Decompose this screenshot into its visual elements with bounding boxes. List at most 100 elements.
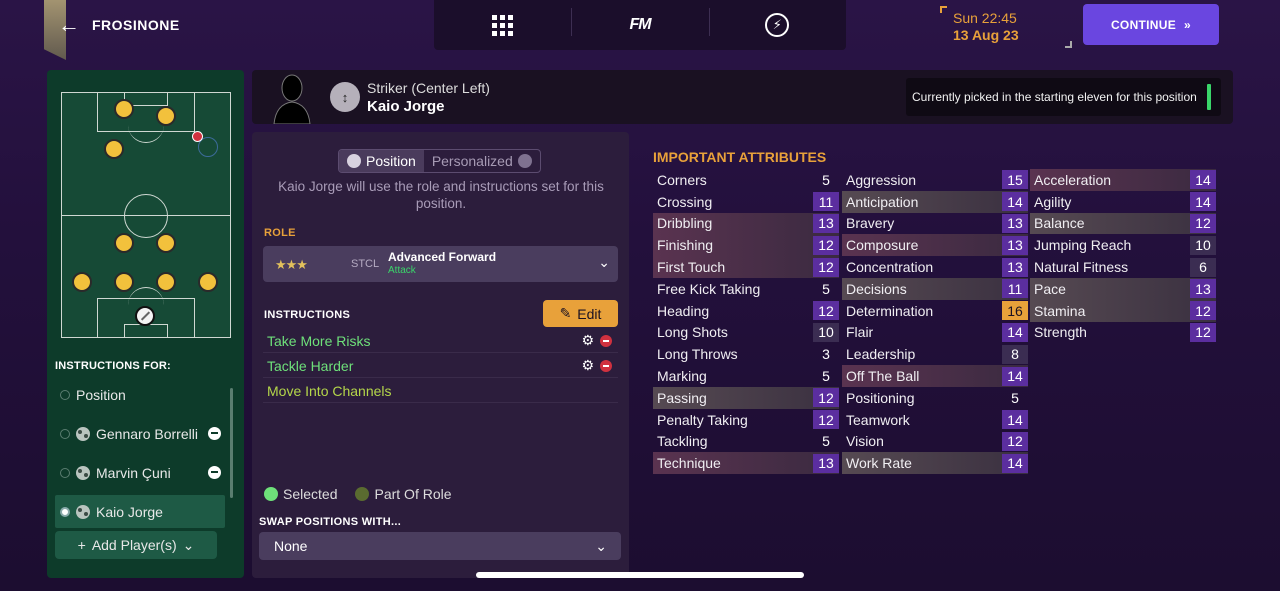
attribute-name: Concentration xyxy=(846,259,934,276)
attribute-row[interactable]: Corners 5 xyxy=(653,169,839,191)
player-marker-st-right[interactable] xyxy=(156,106,176,126)
add-players-button[interactable]: + Add Player(s) ⌄ xyxy=(55,531,217,559)
attribute-name: Teamwork xyxy=(846,411,910,428)
list-item-position[interactable]: Position xyxy=(55,378,225,411)
attribute-row[interactable]: Technique 13 xyxy=(653,452,839,475)
list-item-player[interactable]: Marvin Çuni xyxy=(55,456,225,489)
role-position-code: STCL xyxy=(351,258,380,270)
game-date[interactable]: Sun 22:45 13 Aug 23 xyxy=(940,6,1072,48)
attribute-name: Composure xyxy=(846,237,919,254)
list-scrollbar[interactable] xyxy=(230,388,233,498)
attribute-row[interactable]: Flair 14 xyxy=(842,322,1028,344)
attribute-name: Strength xyxy=(1034,324,1087,341)
attribute-name: Pace xyxy=(1034,280,1066,297)
gear-icon[interactable]: ⚙ xyxy=(581,332,594,349)
attribute-row[interactable]: Passing 12 xyxy=(653,386,839,409)
tactics-pitch[interactable] xyxy=(61,92,231,338)
attribute-row[interactable]: Teamwork 14 xyxy=(842,409,1028,431)
attribute-value: 10 xyxy=(1190,235,1216,255)
attribute-row[interactable]: Balance 12 xyxy=(1030,212,1216,235)
swap-positions-dropdown[interactable]: None ⌄ xyxy=(259,532,621,560)
attribute-name: Long Shots xyxy=(657,324,728,341)
attribute-row[interactable]: Free Kick Taking 5 xyxy=(653,278,839,300)
attribute-row[interactable]: Strength 12 xyxy=(1030,322,1216,344)
instruction-row[interactable]: Take More Risks ⚙ xyxy=(263,329,618,353)
role-instructions-panel: Position Personalized Kaio Jorge will us… xyxy=(252,132,629,578)
attribute-row[interactable]: Penalty Taking 12 xyxy=(653,409,839,431)
player-marker-cm-left[interactable] xyxy=(114,233,134,253)
attribute-row[interactable]: Jumping Reach 10 xyxy=(1030,234,1216,256)
gear-icon[interactable]: ⚙ xyxy=(581,357,594,374)
edit-instructions-button[interactable]: ✎ Edit xyxy=(543,300,618,327)
toggle-position[interactable]: Position xyxy=(339,150,424,172)
position-icon xyxy=(347,154,361,168)
attribute-row[interactable]: Positioning 5 xyxy=(842,387,1028,409)
list-item-label: Marvin Çuni xyxy=(96,464,171,481)
attribute-row[interactable]: Finishing 12 xyxy=(653,234,839,257)
attribute-row[interactable]: Stamina 12 xyxy=(1030,299,1216,322)
player-marker-cb-right[interactable] xyxy=(156,272,176,292)
remove-icon[interactable] xyxy=(208,466,221,479)
attribute-row[interactable]: Long Shots 10 xyxy=(653,322,839,344)
attribute-value: 12 xyxy=(813,388,839,408)
player-silhouette-icon xyxy=(273,74,311,124)
attribute-row[interactable]: Determination 16 xyxy=(842,300,1028,322)
list-item-player[interactable]: Gennaro Borrelli xyxy=(55,417,225,450)
attribute-row[interactable]: Off The Ball 14 xyxy=(842,365,1028,387)
grid-icon xyxy=(492,14,514,36)
attribute-row[interactable]: Anticipation 14 xyxy=(842,190,1028,213)
player-marker-cb-left[interactable] xyxy=(114,272,134,292)
attribute-row[interactable]: Crossing 11 xyxy=(653,191,839,213)
role-dropdown[interactable]: ★★★ STCL Advanced Forward Attack ⌄ xyxy=(263,246,618,282)
attribute-value: 5 xyxy=(822,433,830,450)
attribute-row[interactable]: Natural Fitness 6 xyxy=(1030,256,1216,278)
menu-grid-button[interactable] xyxy=(434,0,571,50)
player-marker-am-left[interactable] xyxy=(104,139,124,159)
attribute-row[interactable]: Acceleration 14 xyxy=(1030,169,1216,191)
attribute-name: Off The Ball xyxy=(846,368,920,385)
remove-slot-icon[interactable] xyxy=(192,131,203,142)
home-indicator[interactable] xyxy=(476,572,804,578)
remove-instruction-icon[interactable] xyxy=(600,359,612,372)
attribute-row[interactable]: Leadership 8 xyxy=(842,343,1028,365)
attribute-row[interactable]: Dribbling 13 xyxy=(653,212,839,235)
attribute-row[interactable]: Pace 13 xyxy=(1030,277,1216,300)
attribute-row[interactable]: Marking 5 xyxy=(653,365,839,387)
attribute-row[interactable]: Agility 14 xyxy=(1030,191,1216,213)
player-marker-st-left[interactable] xyxy=(114,99,134,119)
plus-icon: + xyxy=(77,537,86,553)
club-name[interactable]: FROSINONE xyxy=(92,17,180,33)
attribute-row[interactable]: Concentration 13 xyxy=(842,256,1028,278)
list-item-player-selected[interactable]: Kaio Jorge xyxy=(55,495,225,528)
attribute-name: Crossing xyxy=(657,193,713,210)
instruction-row[interactable]: Tackle Harder ⚙ xyxy=(263,354,618,378)
attribute-name: Decisions xyxy=(846,280,907,297)
attribute-row[interactable]: Bravery 13 xyxy=(842,213,1028,235)
attribute-row[interactable]: Decisions 11 xyxy=(842,277,1028,300)
instruction-row[interactable]: Move Into Channels xyxy=(263,379,618,403)
remove-icon[interactable] xyxy=(208,427,221,440)
fm-home-button[interactable]: FM xyxy=(571,0,708,50)
attribute-value: 15 xyxy=(1002,170,1028,190)
player-marker-cm-right[interactable] xyxy=(156,233,176,253)
player-name[interactable]: Kaio Jorge xyxy=(367,98,445,115)
player-marker-rb[interactable] xyxy=(198,272,218,292)
attribute-row[interactable]: Vision 12 xyxy=(842,431,1028,453)
attribute-row[interactable]: Heading 12 xyxy=(653,300,839,322)
chevron-down-icon: ⌄ xyxy=(595,537,607,554)
attribute-row[interactable]: Aggression 15 xyxy=(842,169,1028,191)
continue-button[interactable]: CONTINUE » xyxy=(1083,4,1219,45)
quick-actions-button[interactable]: ⚡ xyxy=(708,0,846,50)
player-marker-gk[interactable] xyxy=(135,306,155,326)
attribute-row[interactable]: Long Throws 3 xyxy=(653,343,839,365)
player-marker-lb[interactable] xyxy=(72,272,92,292)
remove-instruction-icon[interactable] xyxy=(600,334,612,347)
attribute-row[interactable]: First Touch 12 xyxy=(653,256,839,278)
attribute-row[interactable]: Tackling 5 xyxy=(653,431,839,453)
attributes-technical-column: Corners 5 Crossing 11 Dribbling 13 Finishing 12… xyxy=(653,169,839,475)
attribute-row[interactable]: Work Rate 14 xyxy=(842,452,1028,475)
attribute-row[interactable]: Composure 13 xyxy=(842,234,1028,257)
instruction-legend: Selected Part Of Role xyxy=(264,486,452,502)
toggle-personalized[interactable]: Personalized xyxy=(424,150,540,172)
back-arrow-icon[interactable]: ← xyxy=(58,14,80,36)
